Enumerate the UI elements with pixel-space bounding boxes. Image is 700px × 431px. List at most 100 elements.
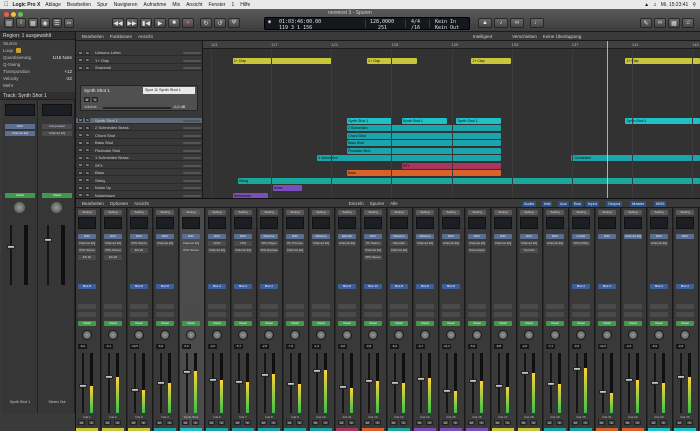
- strip-input-slot[interactable]: [182, 304, 200, 309]
- region[interactable]: Bass: [347, 170, 502, 176]
- tracks-menu-view[interactable]: Ansicht: [138, 34, 153, 39]
- strip-automation-read[interactable]: Read: [260, 321, 278, 326]
- region[interactable]: Synth Shot 1: [625, 117, 700, 124]
- strip-automation-read[interactable]: Read: [130, 321, 148, 326]
- strip-send-slot[interactable]: Bus 4: [676, 284, 694, 289]
- strip-plugin-slot[interactable]: Massive: [416, 234, 434, 239]
- clock[interactable]: Mi. 15:23:41: [661, 2, 689, 8]
- strip-plugin-slot[interactable]: ES2: [546, 234, 564, 239]
- strip-fader-cap[interactable]: [573, 367, 581, 371]
- strip-automation-read[interactable]: Read: [416, 321, 434, 326]
- region-param-row[interactable]: Transposition +12: [0, 68, 75, 75]
- strip-eq-display[interactable]: [520, 217, 538, 229]
- strip-solo-button[interactable]: S: [88, 420, 95, 425]
- track-solo-button[interactable]: S: [85, 58, 90, 62]
- strip-plugin-slot[interactable]: Shredder: [390, 241, 408, 246]
- strip-output-slot[interactable]: [208, 312, 226, 317]
- strip-mute-button[interactable]: M: [312, 420, 319, 425]
- smart-controls-button[interactable]: ◉: [40, 18, 50, 28]
- strip-solo-button[interactable]: S: [400, 420, 407, 425]
- strip-plugin-slot[interactable]: Limiter: [572, 234, 590, 239]
- channel-strip[interactable]: Setting ES2 VPG Channel EQ Bus 4 Read -5,7 Inst…: [232, 208, 257, 431]
- strip-pan-knob[interactable]: [550, 330, 560, 340]
- master-volume-button[interactable]: ♩: [530, 18, 544, 28]
- strip-input-slot[interactable]: [650, 304, 668, 309]
- track-header[interactable]: M S Chord Shot: [76, 133, 202, 139]
- region-param-row[interactable]: Q-Swing: [0, 61, 75, 68]
- strip-setting-button[interactable]: Setting: [364, 210, 382, 215]
- strip-input-slot[interactable]: [78, 304, 96, 309]
- region-param-value[interactable]: +12: [64, 69, 72, 74]
- strip-automation-read[interactable]: Read: [676, 321, 694, 326]
- strip-plugin-slot[interactable]: Channel EQ: [390, 248, 408, 253]
- strip-plugin-slot[interactable]: Channel EQ: [546, 241, 564, 246]
- notepad-button[interactable]: ✎: [640, 18, 652, 28]
- replace-button[interactable]: ↺: [214, 18, 226, 28]
- strip-eq-display[interactable]: [494, 217, 512, 229]
- strip-input-slot[interactable]: [312, 304, 330, 309]
- strip-pan-knob[interactable]: [108, 330, 118, 340]
- toolbar-button[interactable]: ▦: [28, 18, 38, 28]
- track-header[interactable]: M S Snareroll: [76, 65, 202, 71]
- count-in-button[interactable]: ▲: [478, 18, 492, 28]
- strip-mute-button[interactable]: M: [208, 420, 215, 425]
- strip-setting-button[interactable]: Setting: [208, 210, 226, 215]
- strip-mute-button[interactable]: M: [572, 420, 579, 425]
- strip-mute-button[interactable]: M: [676, 420, 683, 425]
- strip-plugin-slot[interactable]: ES2: [208, 234, 226, 239]
- strip-fader-cap[interactable]: [365, 378, 373, 383]
- channel-strip[interactable]: Setting ES2 PF Saturn Channel EQ VPG Stereo B…: [362, 208, 387, 431]
- tempo-button[interactable]: ∞: [510, 18, 524, 28]
- strip-input-slot[interactable]: [338, 304, 356, 309]
- strip-setting-button[interactable]: Setting: [494, 210, 512, 215]
- mixer-view-all[interactable]: Alle: [390, 201, 398, 206]
- strip-pan-knob[interactable]: [446, 330, 456, 340]
- strip-plugin-slot[interactable]: ES2: [676, 234, 694, 239]
- region-param-value[interactable]: 1/16 Note: [52, 55, 72, 60]
- track-volume-slider[interactable]: [183, 179, 201, 182]
- strip-output-slot[interactable]: [650, 312, 668, 317]
- strip-send-slot[interactable]: Bus 4: [208, 284, 226, 289]
- strip-automation-read[interactable]: Read: [286, 321, 304, 326]
- strip-input-slot[interactable]: [676, 304, 694, 309]
- strip-mute-button[interactable]: M: [416, 420, 423, 425]
- strip-plugin-slot[interactable]: Channel EQ: [156, 241, 174, 246]
- strip-fader-cap[interactable]: [339, 385, 347, 390]
- strip-solo-button[interactable]: S: [660, 420, 667, 425]
- strip-plugin-slot[interactable]: ES 20: [78, 255, 96, 260]
- strip-pan-knob[interactable]: [680, 330, 690, 340]
- strip-plugin-slot[interactable]: Channel EQ: [650, 241, 668, 246]
- strip-solo-button[interactable]: S: [244, 420, 251, 425]
- strip-plugin-slot[interactable]: Channel EQ: [624, 234, 642, 239]
- strip-solo-button[interactable]: S: [166, 420, 173, 425]
- forward-button[interactable]: ▶▶: [126, 18, 138, 28]
- strip-send-slot[interactable]: Bus 8: [78, 284, 96, 289]
- mixer-menu-view[interactable]: Ansicht: [134, 201, 149, 206]
- strip-input-slot[interactable]: [260, 304, 278, 309]
- strip-mute-button[interactable]: M: [156, 420, 163, 425]
- strip-mute-button[interactable]: M: [234, 420, 241, 425]
- strip-fader-cap[interactable]: [651, 381, 659, 385]
- strip-output-slot[interactable]: [520, 312, 538, 317]
- strip-plugin-slot[interactable]: ES2: [520, 234, 538, 239]
- strip-mute-button[interactable]: M: [338, 420, 345, 425]
- track-solo-button[interactable]: S: [85, 50, 90, 55]
- strip-automation-read[interactable]: Read: [156, 321, 174, 326]
- synth-popup-mute[interactable]: M: [84, 97, 90, 102]
- strip-solo-button[interactable]: S: [140, 420, 147, 425]
- track-header[interactable]: M S Bass: [76, 170, 202, 176]
- track-mute-button[interactable]: M: [78, 155, 83, 160]
- loop-browser-button[interactable]: ∞: [654, 18, 666, 28]
- strip-solo-button[interactable]: S: [218, 420, 225, 425]
- channel-strip[interactable]: Setting ES2 Bus 4 Read -12,0 Inst 21 M S: [596, 208, 621, 431]
- strip-send-slot[interactable]: Bus 8: [130, 284, 148, 289]
- strip-setting-button[interactable]: Setting: [390, 210, 408, 215]
- track-volume-slider[interactable]: [183, 194, 201, 197]
- strip-fader-cap[interactable]: [235, 379, 243, 384]
- track-volume-slider[interactable]: [183, 187, 201, 189]
- output-slot-eq[interactable]: Channel EQ: [42, 131, 72, 136]
- strip-fader-cap[interactable]: [547, 381, 555, 386]
- region[interactable]: 1+ Clap: [471, 57, 512, 64]
- strip-input-slot[interactable]: [130, 304, 148, 309]
- go-to-start-button[interactable]: ▮◀: [140, 18, 152, 28]
